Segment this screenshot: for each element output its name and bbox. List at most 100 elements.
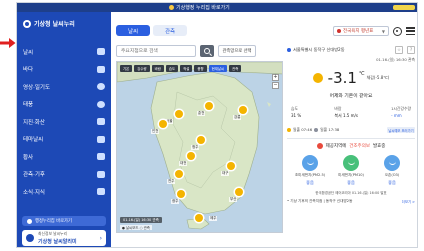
sunny-icon[interactable]: [239, 106, 247, 114]
admin-portal-banner-label: 행정누리집 바로가기: [35, 219, 72, 224]
sidebar-item-news[interactable]: 소식·지식: [17, 183, 111, 201]
map-option-wind[interactable]: 바람: [151, 65, 164, 72]
utility-bar: 전국육지 평년표 ▼: [333, 26, 415, 36]
air-status: 좋음: [306, 180, 314, 185]
map-option-temperature[interactable]: 기온: [120, 65, 133, 72]
chevron-right-icon: ›: [99, 234, 102, 242]
view-tabs: 날씨 관측: [116, 25, 187, 36]
sidebar-item-label: 바다: [23, 67, 34, 74]
site-title-label: 기상청 날씨누리: [34, 21, 75, 28]
station-label-jeonju: 전주: [167, 179, 176, 184]
station-label-chuncheon: 춘천: [197, 111, 206, 116]
sidebar-item-theme[interactable]: 테마날씨: [17, 131, 111, 149]
sunny-icon[interactable]: [177, 190, 185, 198]
map-zoom-controls: + −: [272, 74, 279, 89]
sunny-icon[interactable]: [235, 188, 243, 196]
admin-portal-link[interactable]: 기상행정 누리집 바로가기: [169, 4, 230, 11]
station-label-gangneung: 강릉: [233, 115, 242, 120]
gear-icon[interactable]: [393, 26, 402, 36]
sidebar-item-earthquake[interactable]: 지진·화산: [17, 113, 111, 131]
smile-face-icon: [302, 155, 318, 171]
station-label-busan: 부산: [229, 197, 238, 202]
weather-alert-app-banner[interactable]: 최신정보 날씨누리 기상청 날씨알리미 ›: [22, 230, 106, 246]
sunny-icon[interactable]: [175, 170, 183, 178]
location-select[interactable]: 전국육지 평년표 ▼: [333, 26, 389, 36]
forecast-link-button[interactable]: 날씨예보 보러가기: [387, 127, 415, 133]
station-label-cheongju: 청주: [191, 145, 200, 150]
sidebar-item-weather[interactable]: 날씨: [17, 43, 111, 61]
forecast-hint: • 기상 기후의 관측지점 | 동작구 신대방2동 더보기 >: [287, 199, 415, 204]
globe-icon: [27, 218, 32, 224]
air-label: 오존(O3): [384, 173, 400, 177]
map-option-humidity[interactable]: 습도: [165, 65, 179, 72]
map-legend: ● 날씨모드 ○ 관측: [120, 225, 152, 230]
sunny-icon[interactable]: [205, 102, 213, 110]
help-icon[interactable]: ?: [407, 46, 415, 54]
sunny-icon: [312, 73, 323, 83]
divider: [287, 138, 415, 139]
sunny-icon[interactable]: [175, 110, 183, 118]
stat-label: 습도: [291, 106, 298, 111]
star-icon[interactable]: ☆: [395, 46, 403, 54]
chart-icon: [97, 170, 105, 178]
location-pin-icon: [337, 29, 341, 33]
zoom-in-button[interactable]: +: [272, 74, 279, 81]
map-layer-options: 기온 강수량 바람 습도 적설 풍향 현재날씨 관측: [120, 65, 242, 72]
weather-warning[interactable]: 제공지역에 건조주의보 발효중: [287, 143, 415, 149]
search-input[interactable]: [116, 45, 196, 57]
smile-face-icon: [384, 155, 400, 171]
more-link[interactable]: 더보기 >: [402, 199, 415, 204]
stat-value: 31 %: [291, 113, 302, 118]
map-option-current-weather[interactable]: 현재날씨: [208, 65, 228, 72]
station-label-jeju: 제주: [209, 216, 218, 221]
map-option-observation[interactable]: 관측: [229, 65, 242, 72]
region-select-button[interactable]: 관측망으로 선택: [218, 45, 256, 57]
zoom-out-button[interactable]: −: [272, 82, 279, 89]
sidebar-item-label: 영상·일기도: [23, 84, 51, 91]
sunrise-icon: [287, 128, 291, 132]
menu-icon[interactable]: [406, 27, 415, 35]
tab-weather[interactable]: 날씨: [116, 25, 150, 36]
typhoon-icon: [97, 100, 105, 108]
location-select-value: 전국육지 평년표: [343, 29, 374, 34]
admin-portal-label: 기상행정 누리집 바로가기: [176, 5, 230, 11]
search-button[interactable]: [200, 45, 214, 57]
admin-portal-banner[interactable]: 행정누리집 바로가기: [22, 216, 106, 226]
map-option-wind-direction[interactable]: 풍향: [194, 65, 207, 72]
stat-label: 1시간강수량: [391, 106, 411, 111]
sunny-icon[interactable]: [197, 136, 205, 144]
air-label: 초미세먼지(PM2.5): [294, 173, 326, 177]
boat-icon: [97, 65, 105, 73]
weather-map[interactable]: 기온 강수량 바람 습도 적설 풍향 현재날씨 관측 + − 서울 인천 춘천 …: [116, 61, 283, 233]
observation-time: 01.16.(일) 16:30 관측: [376, 57, 415, 62]
pm10-indicator: 미세먼지(PM10) 좋음: [332, 155, 370, 186]
sidebar-item-imagery[interactable]: 영상·일기도: [17, 78, 111, 96]
map-option-snow[interactable]: 적설: [180, 65, 193, 72]
temperature-row: -3.1 ℃ 체감(-5.8℃): [287, 69, 415, 87]
kma-logo-icon: [169, 5, 174, 10]
sunny-icon[interactable]: [195, 214, 203, 222]
station-label-daegu: 대구: [221, 171, 230, 176]
red-arrow-annotation: [0, 38, 16, 48]
sidebar-item-sea[interactable]: 바다: [17, 61, 111, 79]
sidebar-item-dust[interactable]: 황사: [17, 148, 111, 166]
sidebar-item-climate[interactable]: 관측·기후: [17, 166, 111, 184]
sunny-icon[interactable]: [227, 162, 235, 170]
sunset-icon: [314, 128, 319, 132]
earthquake-icon: [97, 118, 105, 125]
station-label-gwangju: 광주: [171, 199, 180, 204]
warning-suffix: 발효중: [372, 144, 386, 149]
main-content: 날씨 관측 전국육지 평년표 ▼ 관측망으로 선택: [111, 12, 417, 247]
sunny-icon[interactable]: [187, 152, 195, 160]
sidebar-item-typhoon[interactable]: 태풍: [17, 96, 111, 114]
sidebar-item-label: 황사: [23, 154, 34, 161]
ozone-indicator: 오존(O3) 좋음: [373, 155, 411, 186]
smile-face-icon: [343, 155, 359, 171]
weather-stats: 습도 31 % 바람 북서 1.5 m/s 1시간강수량 - mm: [287, 106, 415, 119]
top-right-button[interactable]: [393, 5, 415, 10]
site-title[interactable]: 기상청 날씨누리: [23, 19, 75, 28]
map-option-precipitation[interactable]: 강수량: [134, 65, 150, 72]
tab-observation[interactable]: 관측: [153, 25, 187, 36]
precipitation-stat: 1시간강수량 - mm: [391, 106, 411, 119]
sunny-icon[interactable]: [159, 120, 167, 128]
